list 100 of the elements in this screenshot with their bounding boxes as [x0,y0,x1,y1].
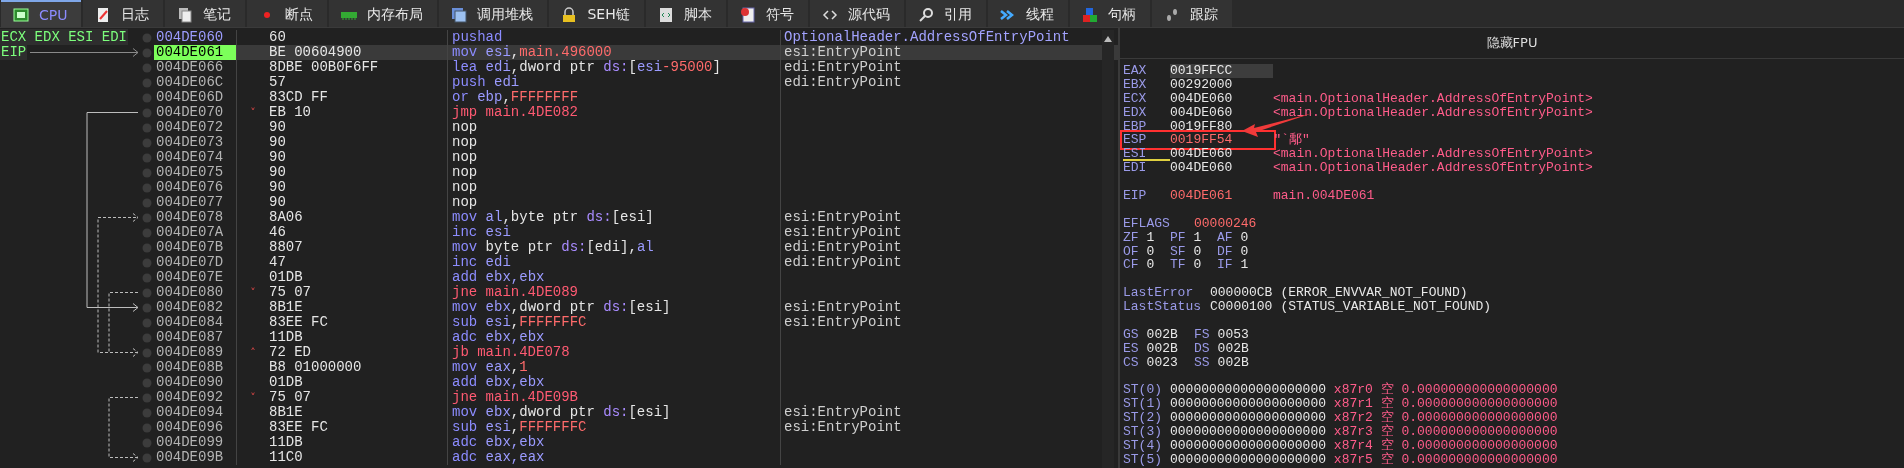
address-cell[interactable]: 004DE06D [154,90,237,105]
register-value[interactable]: 004DE061 [1170,189,1273,203]
flag-value[interactable]: 0 [1146,244,1155,259]
address-cell[interactable]: 004DE070 [154,105,237,120]
address-cell[interactable]: 004DE09B [154,450,237,465]
flag-value[interactable]: 0 [1193,258,1202,273]
address-cell[interactable]: 004DE077 [154,195,237,210]
address-cell[interactable]: 004DE080 [154,285,237,300]
register-name: ST(1) [1123,397,1163,412]
tab[interactable]: 符号 [727,0,808,27]
register-value[interactable]: 0019FF54 [1170,133,1233,148]
address-cell[interactable]: 004DE087 [154,330,237,345]
flag-value[interactable]: 1 [1240,258,1249,273]
register-value[interactable]: 004DE060 [1170,147,1273,162]
address-cell[interactable]: 004DE07B [154,240,237,255]
address-cell[interactable]: 004DE099 [154,435,237,450]
instruction-cell: sub esi,FFFFFFFC [448,315,781,330]
status-text: (STATUS_VARIABLE_NOT_FOUND) [1280,300,1492,315]
address-cell[interactable]: 004DE06C [154,75,237,90]
instruction-cell: jne main.4DE09B [448,390,781,405]
address-cell[interactable]: 004DE076 [154,180,237,195]
flag-value[interactable]: 0053 [1217,327,1249,342]
tab[interactable]: 内存布局 [329,0,438,27]
flag-value[interactable]: 1 [1193,230,1202,245]
address-cell[interactable]: 004DE08B [154,360,237,375]
tab[interactable]: 跟踪 [1151,0,1232,27]
address-cell[interactable]: 004DE096 [154,420,237,435]
fpu-tag: x87r1 [1333,397,1381,412]
register-value: 00000000000000000000 [1170,452,1328,467]
flag-value[interactable]: 002B [1217,341,1249,356]
register-value[interactable]: 004DE060 [1170,91,1273,106]
address-cell[interactable]: 004DE073 [154,135,237,150]
instruction-cell: add ebx,ebx [448,270,781,285]
register-value[interactable]: 004DE060 [1170,161,1273,176]
register-value[interactable]: 00000246 [1194,216,1297,231]
register-name: ESI [1123,147,1170,162]
panel-title[interactable]: 隐藏FPU [1484,34,1540,52]
bytes-cell: 90 [269,135,286,150]
address-cell[interactable]: 004DE084 [154,315,237,330]
register-name: EBP [1123,119,1148,134]
address-cell[interactable]: 004DE072 [154,120,237,135]
tab[interactable]: 源代码 [809,0,904,27]
register-value: 00000000000000000000 [1170,425,1328,440]
bytes-cell: 8A06 [269,210,303,225]
flag-value[interactable]: 0 [1240,244,1249,259]
flag-value[interactable]: 0 [1193,244,1202,259]
address-cell[interactable]: 004DE066 [154,60,237,75]
address-cell[interactable]: 004DE090 [154,375,237,390]
flag-name: AF [1217,230,1233,245]
address-cell[interactable]: 004DE078 [154,210,237,225]
address-cell[interactable]: 004DE07E [154,270,237,285]
register-name: EAX [1123,64,1148,78]
address-cell[interactable]: 004DE089 [154,345,237,360]
register-name: ST(0) [1123,383,1163,398]
address-cell[interactable]: 004DE061 [154,45,237,60]
register-value[interactable]: 0019FFCC [1170,64,1273,78]
tab[interactable]: 句柄 [1069,0,1150,27]
address-cell[interactable]: 004DE07A [154,225,237,240]
flag-name: TF [1170,258,1186,273]
flag-value[interactable]: 002B [1146,327,1178,342]
address-cell[interactable]: 004DE07D [154,255,237,270]
register-value[interactable]: 004DE060 [1170,105,1273,120]
fpu-tag: x87r0 [1333,383,1381,398]
instruction-cell: add ebx,ebx [448,375,781,390]
address-cell[interactable]: 004DE074 [154,150,237,165]
tab[interactable]: 脚本 [645,0,726,27]
register-value[interactable]: 0019FF80 [1170,119,1273,134]
flag-value[interactable]: 002B [1217,355,1249,370]
tab[interactable]: 日志 [83,0,164,27]
flag-name: GS [1123,327,1139,342]
register-value[interactable]: 00292000 [1170,77,1273,92]
bytes-cell: 75 07 [269,285,311,300]
flag-value[interactable]: 0023 [1146,355,1178,370]
address-cell[interactable]: 004DE092 [154,390,237,405]
flag-value[interactable]: 002B [1146,341,1178,356]
tab[interactable]: 笔记 [165,0,246,27]
tab[interactable]: 调用堆栈 [439,0,548,27]
flag-value[interactable]: 0 [1146,258,1155,273]
tab[interactable]: 引用 [905,0,986,27]
status-text: (ERROR_ENVVAR_NOT_FOUND) [1280,286,1468,301]
address-cell[interactable]: 004DE075 [154,165,237,180]
tab[interactable]: SEH链 [549,0,644,27]
fpu-tag: x87r2 [1333,411,1381,426]
tab[interactable]: CPU [1,0,82,27]
instruction-cell: nop [448,195,781,210]
address-cell[interactable]: 004DE094 [154,405,237,420]
address-cell[interactable]: 004DE082 [154,300,237,315]
tab[interactable]: 线程 [987,0,1068,27]
instruction-cell: inc edi [448,255,781,270]
flag-value[interactable]: 1 [1146,230,1155,245]
register-value: 00000000000000000000 [1170,439,1328,453]
tab[interactable]: 断点 [247,0,328,27]
fpu-float: 0.000000000000000000 [1401,425,1558,440]
bytes-cell: 90 [269,180,286,195]
bytes-cell: 83EE FC [269,420,328,435]
register-name: EDX [1123,105,1148,120]
register-name: ST(5) [1123,452,1163,467]
bytes-cell: B8 01000000 [269,360,362,375]
flag-value[interactable]: 0 [1240,230,1249,245]
flag-name: OF [1123,244,1139,259]
